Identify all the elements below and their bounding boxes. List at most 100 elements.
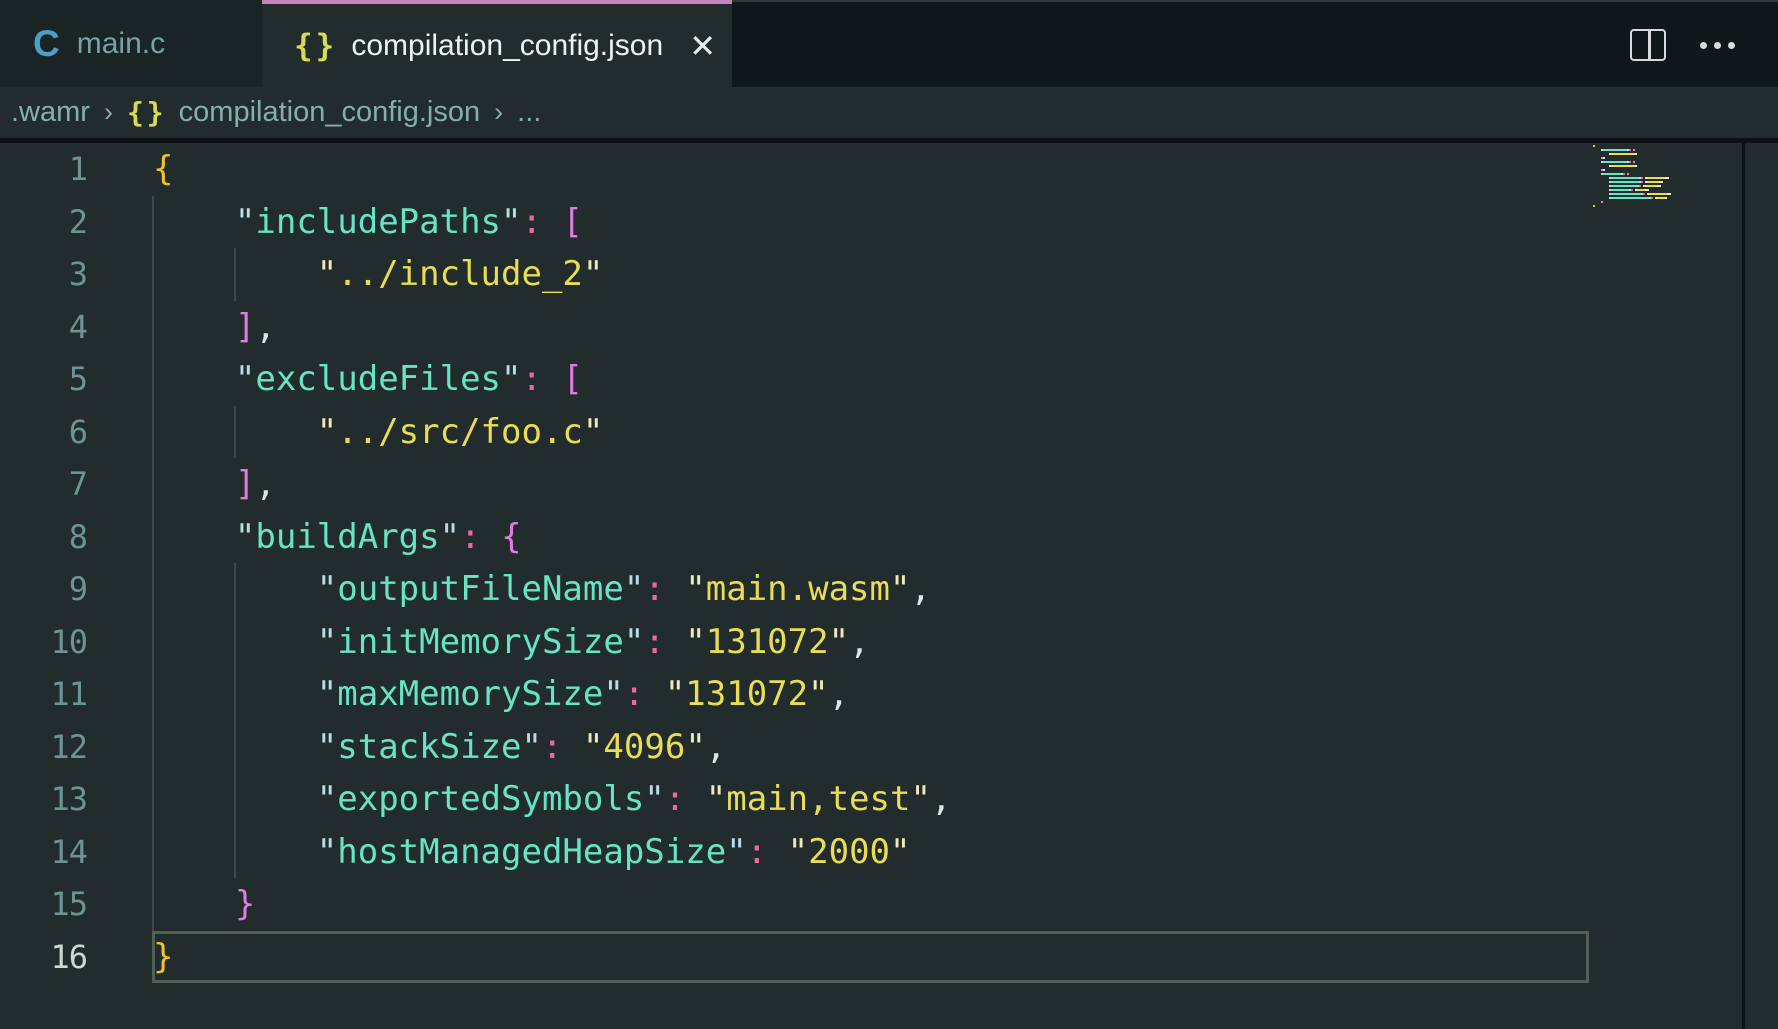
indent-guide [152,406,154,459]
breadcrumb: .wamr › {} compilation_config.json › ... [0,87,1778,143]
tab-label: main.c [77,27,165,61]
minimap-line [1593,177,1743,179]
line-number: 10 [0,623,87,661]
minimap[interactable] [1593,145,1743,209]
split-editor-icon[interactable] [1630,29,1666,61]
code-text: ], [153,307,276,347]
indent-guide [152,511,154,564]
line-number: 3 [0,255,87,293]
breadcrumb-item-wamr[interactable]: .wamr [11,96,90,129]
code-line-10[interactable]: 10 "initMemorySize": "131072", [0,616,1778,669]
tab-main-c[interactable]: C main.c [0,0,262,87]
minimap-line [1593,197,1743,199]
code-text: "initMemorySize": "131072", [153,622,870,662]
indent-guide [152,721,154,774]
code-line-3[interactable]: 3 "../include_2" [0,248,1778,301]
code-line-6[interactable]: 6 "../src/foo.c" [0,406,1778,459]
minimap-line [1593,161,1743,163]
minimap-line [1593,185,1743,187]
minimap-line [1593,153,1743,155]
line-number: 16 [0,938,87,976]
code-line-8[interactable]: 8 "buildArgs": { [0,511,1778,564]
code-text: { [153,149,173,189]
code-text: "hostManagedHeapSize": "2000" [153,832,911,872]
indent-guide [234,668,236,721]
indent-guide [152,773,154,826]
json-braces-icon: {} [294,28,337,64]
code-line-7[interactable]: 7 ], [0,458,1778,511]
line-number: 13 [0,780,87,818]
line-number: 1 [0,150,87,188]
code-line-4[interactable]: 4 ], [0,301,1778,354]
line-number: 8 [0,518,87,556]
minimap-line [1593,145,1743,147]
line-number: 2 [0,203,87,241]
indent-guide [234,406,236,459]
indent-guide [234,721,236,774]
line-number: 9 [0,570,87,608]
indent-guide [234,616,236,669]
breadcrumb-item-file[interactable]: {} compilation_config.json [127,96,480,129]
code-line-16[interactable]: 16} [0,931,1778,984]
code-text: "maxMemorySize": "131072", [153,674,849,714]
indent-guide [152,248,154,301]
indent-guide [152,826,154,879]
line-number: 14 [0,833,87,871]
code-line-2[interactable]: 2 "includePaths": [ [0,196,1778,249]
minimap-line [1593,193,1743,195]
line-number: 12 [0,728,87,766]
minimap-line [1593,189,1743,191]
code-line-14[interactable]: 14 "hostManagedHeapSize": "2000" [0,826,1778,879]
current-line-highlight [152,931,1589,984]
tab-compilation-config-json[interactable]: {} compilation_config.json ✕ [262,0,732,87]
code-text: "includePaths": [ [153,202,583,242]
code-text: "buildArgs": { [153,517,522,557]
line-number: 15 [0,885,87,923]
code-text: } [153,884,255,924]
minimap-line [1593,165,1743,167]
minimap-line [1593,201,1743,203]
code-text: "excludeFiles": [ [153,359,583,399]
chevron-right-icon: › [494,97,503,128]
code-text: "stackSize": "4096", [153,727,726,767]
json-braces-icon: {} [127,96,167,129]
chevron-right-icon: › [104,97,113,128]
code-text: "exportedSymbols": "main,test", [153,779,951,819]
close-tab-icon[interactable]: ✕ [689,27,716,65]
line-number: 4 [0,308,87,346]
code-line-5[interactable]: 5 "excludeFiles": [ [0,353,1778,406]
code-text: "../src/foo.c" [153,412,603,452]
code-line-9[interactable]: 9 "outputFileName": "main.wasm", [0,563,1778,616]
code-editor[interactable]: 1{2 "includePaths": [3 "../include_2"4 ]… [0,143,1778,1029]
minimap-line [1593,169,1743,171]
indent-guide [234,826,236,879]
indent-guide [152,458,154,511]
line-number: 7 [0,465,87,503]
more-actions-icon[interactable] [1700,41,1738,49]
line-number: 11 [0,675,87,713]
indent-guide [152,196,154,249]
minimap-line [1593,173,1743,175]
code-line-15[interactable]: 15 } [0,878,1778,931]
code-line-12[interactable]: 12 "stackSize": "4096", [0,721,1778,774]
code-line-13[interactable]: 13 "exportedSymbols": "main,test", [0,773,1778,826]
minimap-line [1593,205,1743,207]
code-text: } [153,937,173,977]
code-text: ], [153,464,276,504]
line-number: 5 [0,360,87,398]
indent-guide [234,563,236,616]
indent-guide [152,353,154,406]
indent-guide [152,616,154,669]
minimap-border [1742,143,1745,1029]
indent-guide [152,563,154,616]
minimap-line [1593,157,1743,159]
code-line-1[interactable]: 1{ [0,143,1778,196]
code-text: "../include_2" [153,254,603,294]
code-line-11[interactable]: 11 "maxMemorySize": "131072", [0,668,1778,721]
tab-label: compilation_config.json [351,29,663,63]
indent-guide [234,248,236,301]
minimap-line [1593,181,1743,183]
breadcrumb-item-symbol[interactable]: ... [517,96,541,129]
c-file-icon: C [33,23,60,65]
indent-guide [152,878,154,931]
